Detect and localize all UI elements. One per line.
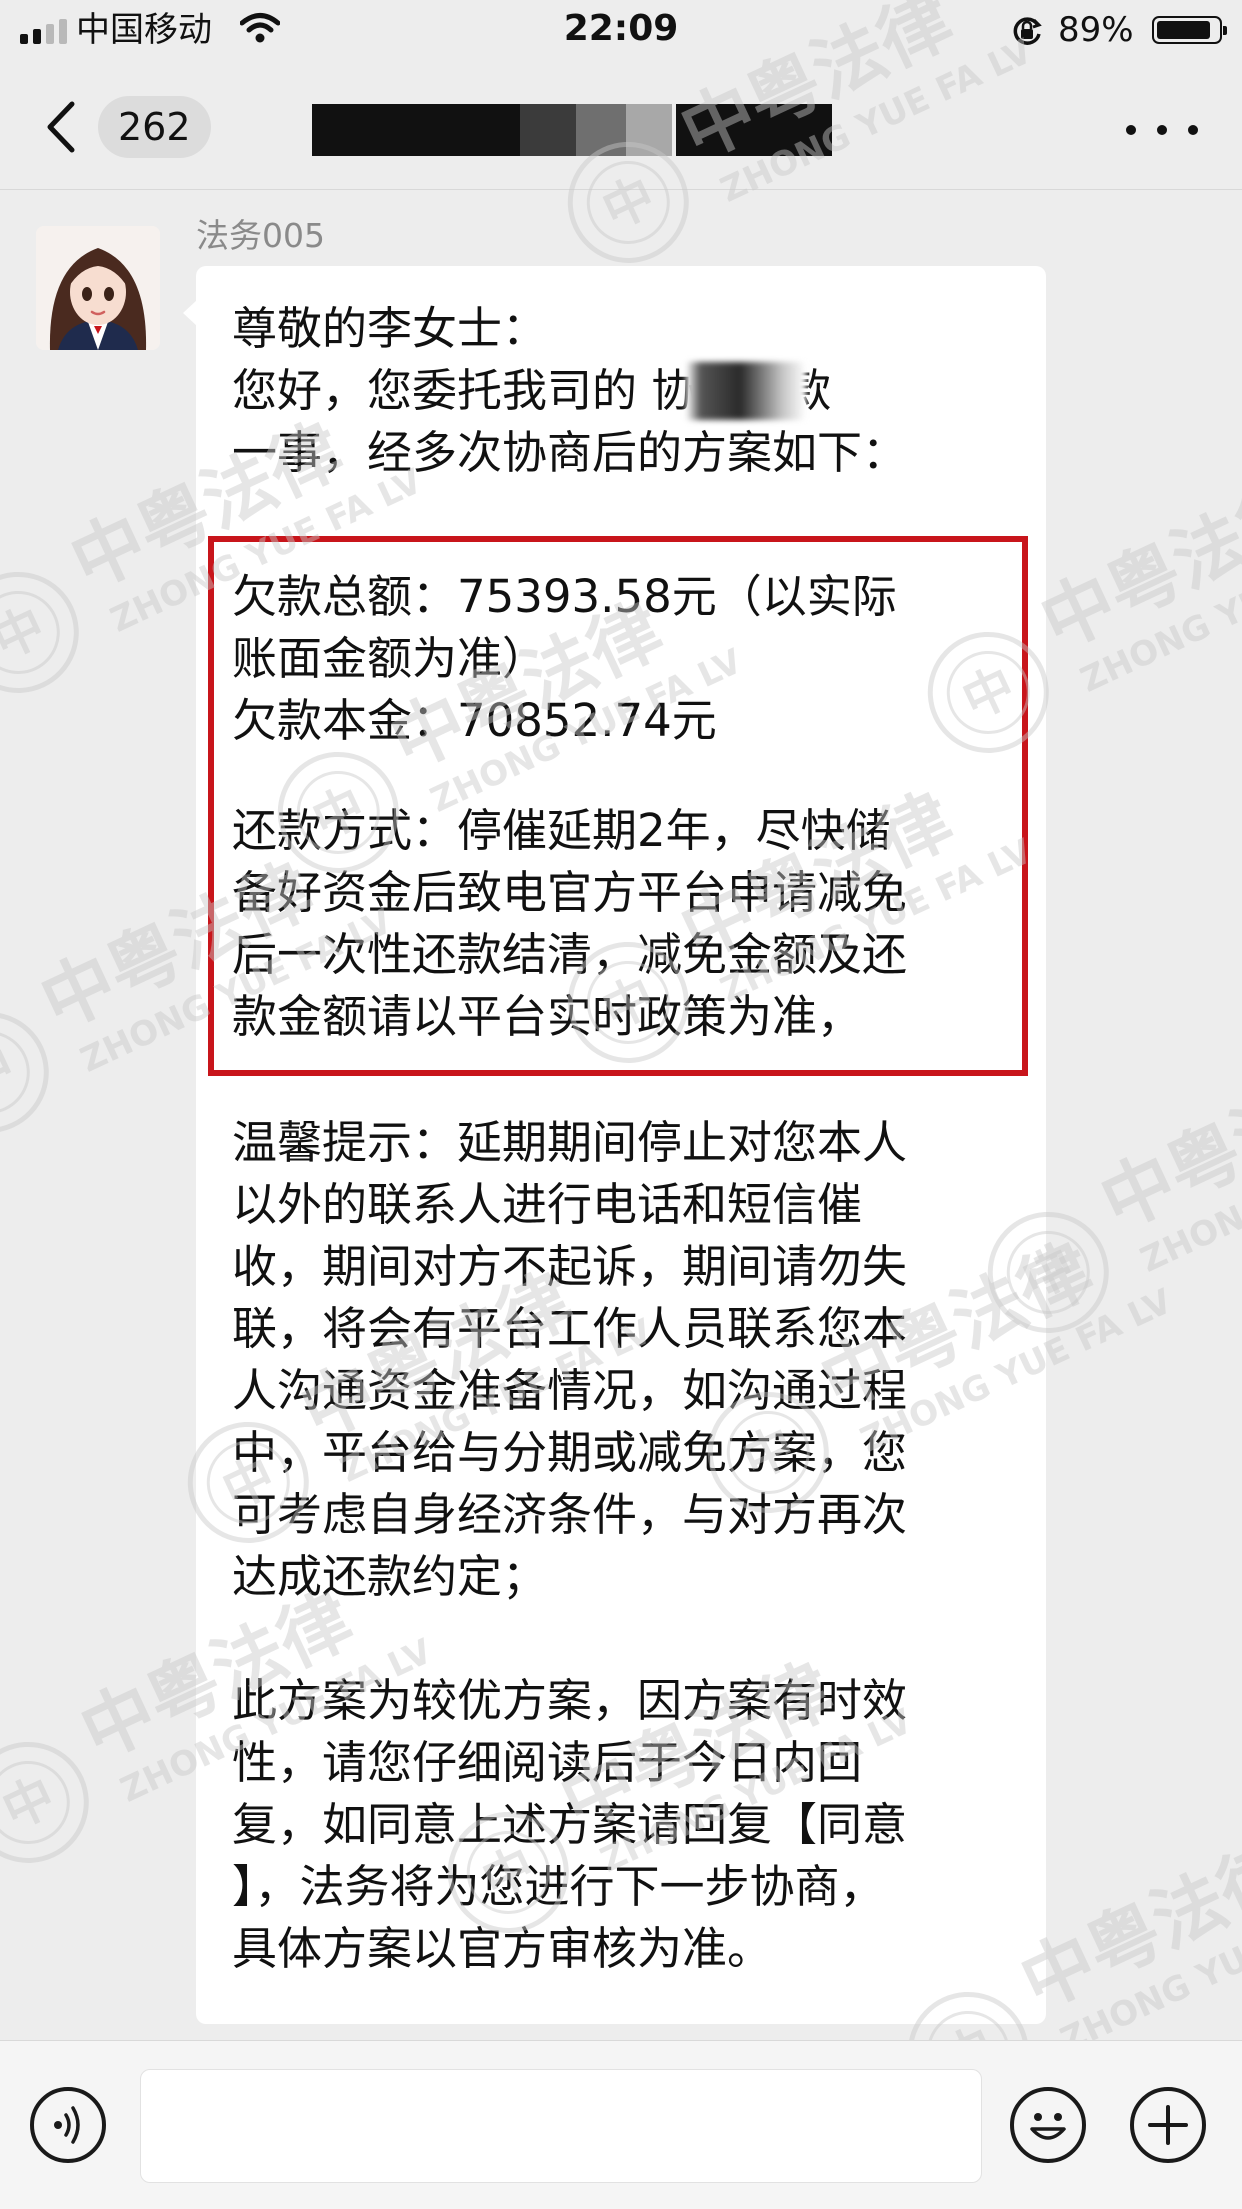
svg-text:ZHONG YUE FA LV: ZHONG YUE FA LV [1054,1881,1242,2061]
voice-waves-icon [54,2106,80,2144]
message-line: 欠款总额：75393.58元（以实际 [232,570,897,623]
message-line: 性，请您仔细阅读后于今日内回 [232,1736,863,1789]
status-bar: 中国移动 22:09 89% [0,0,1242,62]
svg-text:中: 中 [0,1036,24,1111]
message-input[interactable] [140,2069,982,2183]
battery-percent: 89% [1058,10,1134,50]
status-time: 22:09 [563,8,679,49]
input-bar [0,2040,1242,2209]
svg-text:中: 中 [0,1766,64,1841]
battery-icon [1152,16,1227,44]
message-line: 达成还款约定； [232,1550,548,1603]
message-line: 收，期间对方不起诉，期间请勿失 [232,1240,908,1293]
avatar[interactable] [36,226,160,350]
nav-bar: 262 [0,62,1242,190]
orientation-lock-icon [1013,17,1042,45]
emoji-icon[interactable] [1010,2087,1086,2163]
message-line: 您好，您委托我司的 协商还款 [232,364,832,417]
message-line: 还款方式：停催延期2年，尽快储 [232,804,891,857]
unread-count-badge: 262 [98,96,211,158]
more-icon[interactable] [1126,120,1198,140]
smiley-icon [1030,2113,1066,2140]
plus-icon [1148,2105,1188,2145]
message-line: 中，平台给与分期或减免方案，您 [232,1426,908,1479]
message-line: 账面金额为准） [232,632,548,685]
message-line: 可考虑自身经济条件，与对方再次 [232,1488,908,1541]
message-line: 温馨提示：延期期间停止对您本人 [232,1116,908,1169]
svg-text:ZHONG YUE FA LV: ZHONG YUE FA LV [1074,521,1242,701]
sender-name: 法务005 [196,216,325,255]
message-line: 人沟通资金准备情况，如沟通过程 [232,1364,908,1417]
message-line: 欠款本金：70852.74元 [232,694,717,747]
redacted-company-name [686,362,806,420]
add-icon[interactable] [1130,2087,1206,2163]
message-bubble[interactable]: 尊敬的李女士： 您好，您委托我司的 协商还款 一事，经多次协商后的方案如下： 欠… [183,266,1046,2024]
message-line: 尊敬的李女士： [232,302,548,355]
voice-icon[interactable] [30,2087,106,2163]
message-line: 具体方案以官方审核为准。 [232,1922,773,1975]
message-line: 一事，经多次协商后的方案如下： [232,426,908,479]
svg-text:中粤法律: 中粤法律 [1088,1046,1242,1245]
message-line: 】，法务将为您进行下一步协商， [232,1860,885,1913]
svg-text:中: 中 [0,596,54,671]
back-chevron-icon [47,101,75,153]
message-line: 此方案为较优方案，因方案有时效 [232,1674,908,1727]
message-line: 复，如同意上述方案请回复【同意 [232,1798,908,1851]
redacted-chat-title [626,104,672,156]
redacted-chat-title [520,104,576,156]
message-line: 以外的联系人进行电话和短信催 [232,1178,863,1231]
message-line: 款金额请以平台实时政策为准， [232,990,863,1043]
back-button[interactable]: 262 [40,92,230,162]
message-line: 备好资金后致电官方平台申请减免 [232,866,908,919]
avatar-illustration [36,226,160,350]
message-line: 后一次性还款结清，减免金额及还 [232,928,908,981]
redacted-chat-title [676,104,832,156]
svg-text:ZHONG YUE FA LV: ZHONG YUE FA LV [1134,1101,1242,1281]
message-line: 联，将会有平台工作人员联系您本 [232,1302,908,1355]
redacted-chat-title [576,104,626,156]
svg-text:中粤法律: 中粤法律 [1028,466,1242,665]
